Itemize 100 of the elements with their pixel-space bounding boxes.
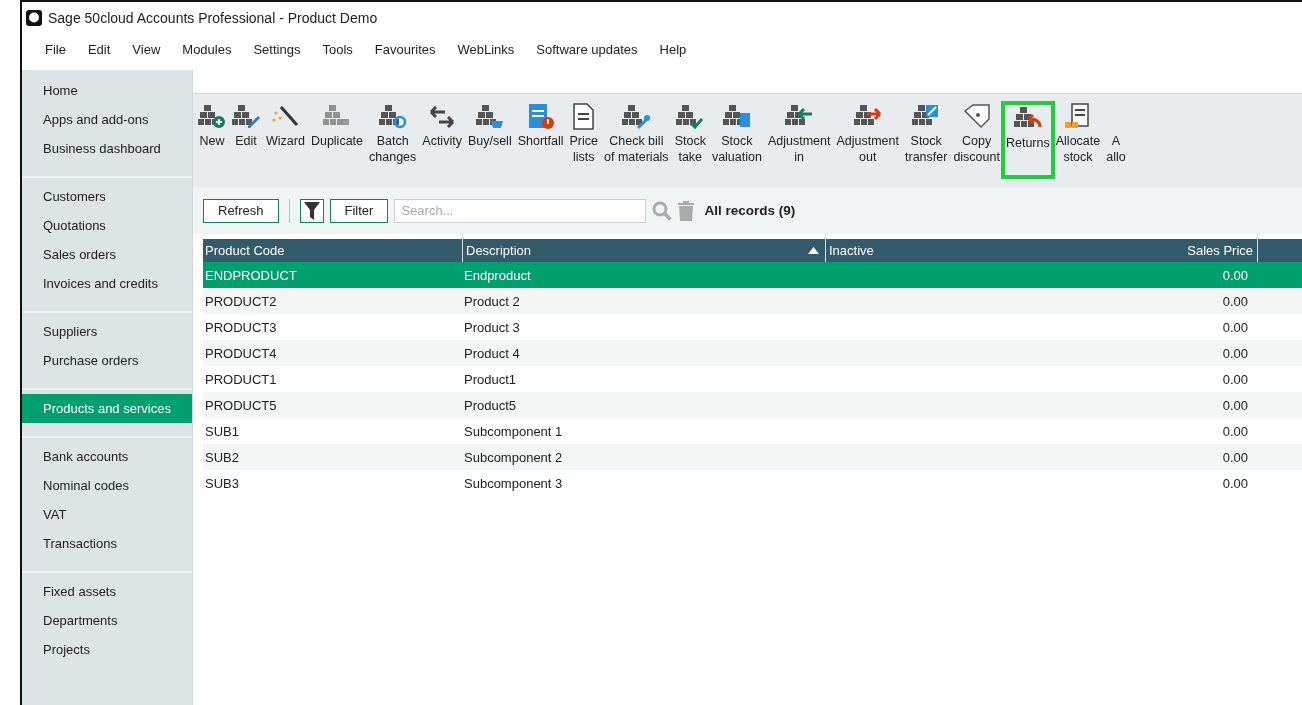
table-cell-text: SUB2 [204,449,240,465]
sidebar-item[interactable]: VAT [22,500,192,529]
table-cell-text: Product 4 [463,345,521,361]
table-cell-text: 0.00 [1221,475,1249,491]
table-row[interactable]: SUB2 Subcomponent 2 0.00 [203,444,1302,470]
toolbar-button[interactable]: Buy/sell [464,103,515,177]
toolbar-button[interactable]: Returns [1002,103,1053,177]
table-row[interactable]: PRODUCT5 Product5 0.00 [203,392,1302,418]
funnel-button[interactable] [299,198,324,223]
sidebar-item[interactable]: Transactions [22,529,192,558]
toolbar-button[interactable]: Wizard [263,103,308,177]
table-row[interactable]: PRODUCT3 Product 3 0.00 [203,314,1302,340]
table-row[interactable]: SUB1 Subcomponent 1 0.00 [203,418,1302,444]
sidebar-item[interactable]: Customers [22,182,192,211]
table-cell-text: PRODUCT1 [204,371,278,387]
table-cell-text: 0.00 [1221,319,1249,335]
menu-item[interactable]: WebLinks [446,41,526,57]
toolbar-button[interactable]: Allocate stock [1052,103,1104,177]
menu-item[interactable]: Edit [76,41,122,57]
toolbar-button[interactable]: Activity [419,103,465,177]
table-cell-text: Product 2 [463,293,521,309]
table-cell-text: 0.00 [1221,267,1249,283]
blocks-plus-icon [198,103,226,130]
blocks-check-icon [676,103,705,130]
table-cell-text: 0.00 [1221,371,1249,387]
toolbar-button[interactable]: New [195,103,229,177]
toolbar-button[interactable]: Adjustment in [764,103,834,177]
blocks-pencil-icon [232,103,260,130]
toolbar-button[interactable]: Batch changes [366,103,420,177]
arrows-icon [428,103,457,130]
menu-item[interactable]: Help [648,41,698,57]
toolbar-button[interactable]: Stock take [671,103,709,177]
table-cell-text: SUB1 [204,423,240,439]
menu-item[interactable]: View [121,41,172,57]
sidebar-item[interactable]: Nominal codes [22,471,192,500]
table-row[interactable]: PRODUCT4 Product 4 0.00 [203,340,1302,366]
sidebar-item[interactable]: Business dashboard [22,134,192,163]
menu-item[interactable]: File [34,41,77,57]
table-cell-text: PRODUCT5 [204,397,278,413]
toolbar-button[interactable]: Check bill of materials [601,103,672,177]
toolbar-button[interactable]: Adjustment out [833,103,902,177]
table-cell-text: 0.00 [1221,423,1249,439]
table-cell-text: Product 3 [463,319,521,335]
sidebar-item[interactable]: Suppliers [22,317,192,346]
blocks-basket-icon [475,103,504,130]
menu-item[interactable]: Tools [311,41,364,57]
record-count: All records (9) [704,203,796,218]
trash-icon[interactable] [678,200,695,221]
table-cell-text: Product5 [463,397,518,413]
sidebar-item[interactable]: Home [22,76,192,105]
search-field[interactable]: Search... [394,198,647,223]
sidebar-item[interactable]: Departments [22,606,192,635]
table-row[interactable]: SUB3 Subcomponent 3 0.00 [203,470,1302,496]
window-title: Sage 50cloud Accounts Professional - Product Demo [48,9,378,26]
sidebar-item[interactable]: Quotations [22,211,192,240]
column-header[interactable]: Inactive [829,243,874,258]
table-cell-text: PRODUCT2 [204,293,278,309]
column-header[interactable]: Product Code [205,243,285,258]
sidebar-item[interactable]: Projects [22,635,192,664]
sidebar-item[interactable]: Fixed assets [22,577,192,606]
table-cell-text: SUB3 [204,475,240,491]
table-row[interactable]: PRODUCT2 Product 2 0.00 [203,288,1302,314]
sidebar-item[interactable]: Apps and add-ons [22,105,192,134]
table-cell-text: ENDPRODUCT [204,267,298,283]
menu-item[interactable]: Modules [171,41,243,57]
column-header[interactable]: Description [466,243,532,258]
menu-item[interactable]: Favourites [363,41,447,57]
toolbar-button[interactable]: Stock transfer [902,103,951,177]
toolbar-button[interactable]: Shortfall [514,103,567,177]
refresh-button[interactable]: Refresh [203,198,279,223]
sidebar-item[interactable]: Purchase orders [22,346,192,375]
list-blocks-icon [1063,103,1092,130]
table-cell-text: Endproduct [463,267,532,283]
toolbar-button[interactable]: Duplicate [307,103,367,177]
menu-item[interactable]: Settings [242,41,312,57]
report-alert-icon [526,103,555,130]
table-cell-text: 0.00 [1221,449,1249,465]
toolbar-button[interactable]: A allo [1103,103,1129,177]
toolbar-button[interactable]: Edit [229,103,263,177]
menu-item[interactable]: Software updates [525,41,649,57]
filter-button[interactable]: Filter [329,198,389,223]
column-header[interactable]: Sales Price [1187,243,1253,258]
table-cell-text: PRODUCT3 [204,319,278,335]
table-row[interactable]: PRODUCT1 Product1 0.00 [203,366,1302,392]
sidebar-item[interactable]: Invoices and credits [22,269,192,298]
sidebar-item[interactable]: Sales orders [22,240,192,269]
table-cell-text: Subcomponent 3 [463,475,564,491]
table-cell-text: 0.00 [1221,293,1249,309]
table-cell-text: 0.00 [1221,345,1249,361]
table-cell-text: Product1 [463,371,518,387]
toolbar-button[interactable]: Price lists [566,103,601,177]
search-icon[interactable] [652,200,673,221]
table-cell-text: 0.00 [1221,397,1249,413]
toolbar-button[interactable]: Copy discount [950,103,1003,177]
table-cell-text: Subcomponent 2 [463,449,564,465]
table-cell-text: Subcomponent 1 [463,423,564,439]
table-cell-text: PRODUCT4 [204,345,278,361]
toolbar-button[interactable]: Stock valuation [708,103,765,177]
app-logo-icon [26,9,42,26]
sidebar-item[interactable]: Bank accounts [22,442,192,471]
